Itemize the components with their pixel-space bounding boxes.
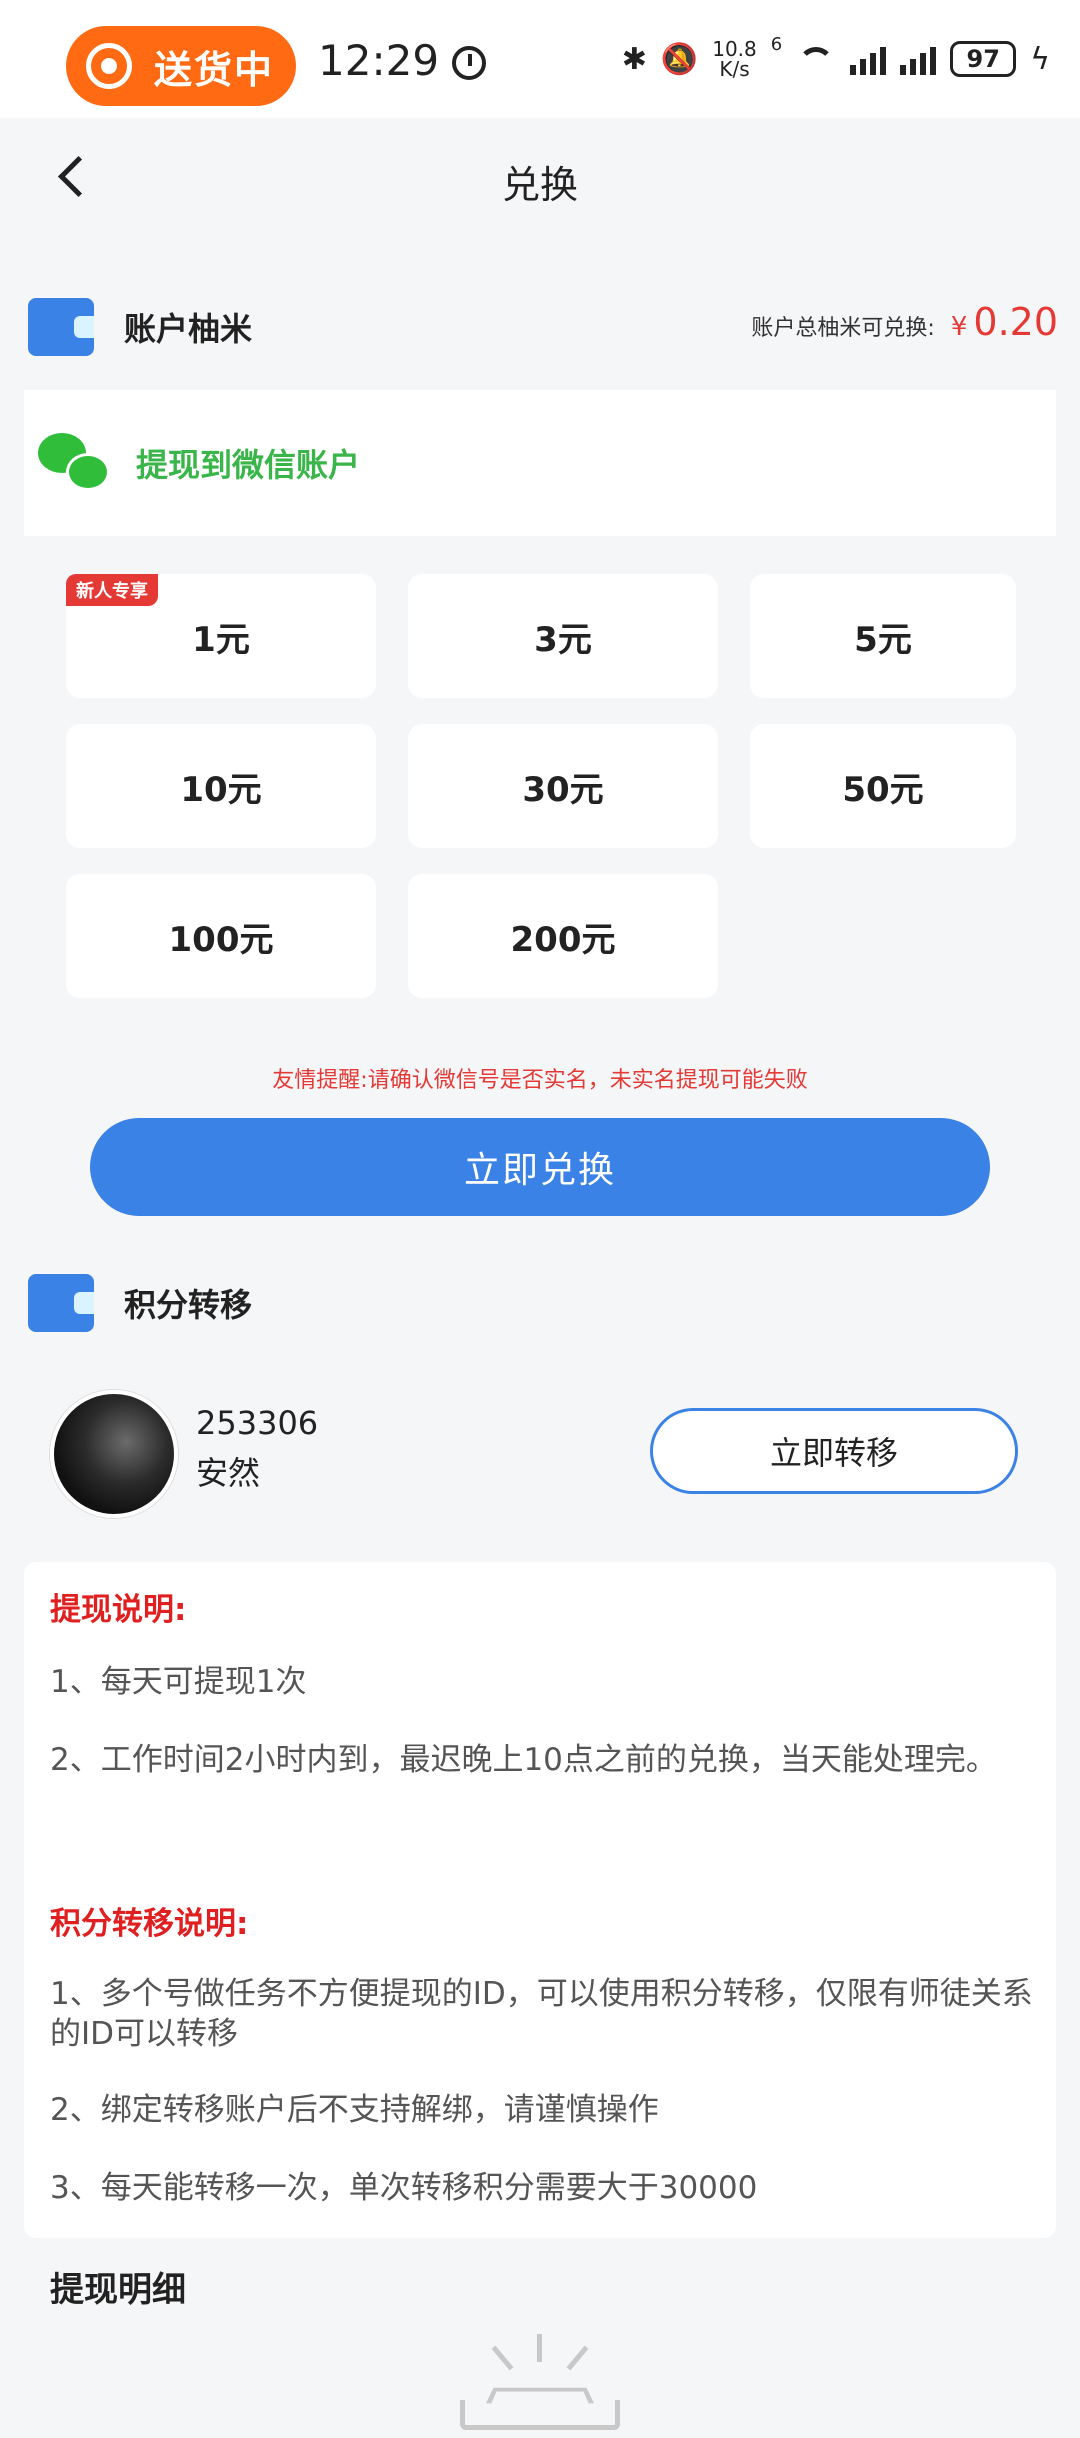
transfer-instructions-heading: 积分转移说明: <box>50 1906 249 1942</box>
amount-label: 5元 <box>854 619 912 660</box>
wallet-icon <box>28 298 94 356</box>
amount-option-50[interactable]: 50元 <box>750 724 1016 848</box>
amount-label: 30元 <box>522 769 604 810</box>
wechat-withdraw-label: 提现到微信账户 <box>136 446 361 484</box>
wechat-icon <box>38 433 112 493</box>
delivery-status-pill[interactable]: 送货中 <box>66 26 296 106</box>
currency-symbol: ¥ <box>950 312 968 342</box>
wifi-icon <box>796 43 836 75</box>
new-user-badge: 新人专享 <box>66 574 158 606</box>
user-name: 安然 <box>196 1454 261 1492</box>
withdraw-instruction-line: 1、每天可提现1次 <box>50 1664 307 1700</box>
transfer-now-button[interactable]: 立即转移 <box>650 1408 1018 1494</box>
amount-option-10[interactable]: 10元 <box>66 724 376 848</box>
avatar <box>50 1390 178 1518</box>
delivery-app-icon <box>86 43 132 89</box>
amount-label: 100元 <box>168 919 274 960</box>
amount-option-200[interactable]: 200元 <box>408 874 718 998</box>
status-icons: ✱ 🔕 10.8 K/s 6 97 ϟ <box>622 34 1050 84</box>
wechat-withdraw-option[interactable]: 提现到微信账户 <box>24 390 1056 536</box>
network-speed-value: 10.8 <box>712 37 757 61</box>
account-title: 账户柚米 <box>124 310 253 348</box>
amount-option-100[interactable]: 100元 <box>66 874 376 998</box>
battery-icon: 97 <box>950 41 1017 77</box>
delivery-label: 送货中 <box>154 47 275 92</box>
instructions-card: 提现说明: 1、每天可提现1次 2、工作时间2小时内到，最迟晚上10点之前的兑换… <box>24 1562 1056 2238</box>
transfer-instruction-line: 1、多个号做任务不方便提现的ID，可以使用积分转移，仅限有师徒关系的ID可以转移 <box>50 1976 1033 2052</box>
amount-label: 3元 <box>534 619 592 660</box>
clock: 12:29 <box>318 36 440 85</box>
balance-info: 账户总柚米可兑换: ¥ 0.20 <box>751 300 1058 344</box>
network-speed: 10.8 K/s <box>712 39 757 79</box>
account-section-header: 账户柚米 <box>28 298 252 356</box>
page-title: 兑换 <box>501 163 578 207</box>
amount-label: 200元 <box>510 919 616 960</box>
bluetooth-icon: ✱ <box>621 41 647 77</box>
transfer-section-header: 积分转移 <box>28 1274 252 1332</box>
transfer-title: 积分转移 <box>124 1286 253 1324</box>
withdraw-details-title: 提现明细 <box>50 2270 186 2310</box>
signal-icon-2 <box>900 43 937 75</box>
realname-notice: 友情提醒:请确认微信号是否实名，未实名提现可能失败 <box>272 1068 808 1093</box>
nav-header: 兑换 <box>0 118 1080 238</box>
transfer-instruction-line: 2、绑定转移账户后不支持解绑，请谨慎操作 <box>50 2092 659 2128</box>
withdraw-instruction-line: 2、工作时间2小时内到，最迟晚上10点之前的兑换，当天能处理完。 <box>50 1742 997 1778</box>
signal-icon-1 <box>850 43 887 75</box>
network-badge: 6 <box>770 34 783 55</box>
amount-label: 50元 <box>842 769 924 810</box>
exchange-now-button[interactable]: 立即兑换 <box>90 1118 990 1216</box>
wallet-icon <box>28 1274 94 1332</box>
user-id: 253306 <box>196 1404 319 1442</box>
amount-option-30[interactable]: 30元 <box>408 724 718 848</box>
withdraw-instructions-heading: 提现说明: <box>50 1592 187 1628</box>
empty-state-icon <box>460 2330 620 2438</box>
amount-option-5[interactable]: 5元 <box>750 574 1016 698</box>
battery-level: 97 <box>966 45 1000 73</box>
charging-icon: ϟ <box>1030 41 1050 77</box>
alarm-icon <box>452 46 486 80</box>
amount-label: 1元 <box>192 619 250 660</box>
transfer-instruction-line: 3、每天能转移一次，单次转移积分需要大于30000 <box>50 2170 758 2206</box>
mute-bell-icon: 🔕 <box>660 41 699 77</box>
balance-label: 账户总柚米可兑换: <box>751 316 935 341</box>
amount-option-3[interactable]: 3元 <box>408 574 718 698</box>
balance-amount: 0.20 <box>973 300 1058 344</box>
network-speed-unit: K/s <box>719 57 750 81</box>
amount-label: 10元 <box>180 769 262 810</box>
status-bar: 送货中 12:29 ✱ 🔕 10.8 K/s 6 97 ϟ <box>0 0 1080 118</box>
amount-option-1[interactable]: 新人专享 1元 <box>66 574 376 698</box>
